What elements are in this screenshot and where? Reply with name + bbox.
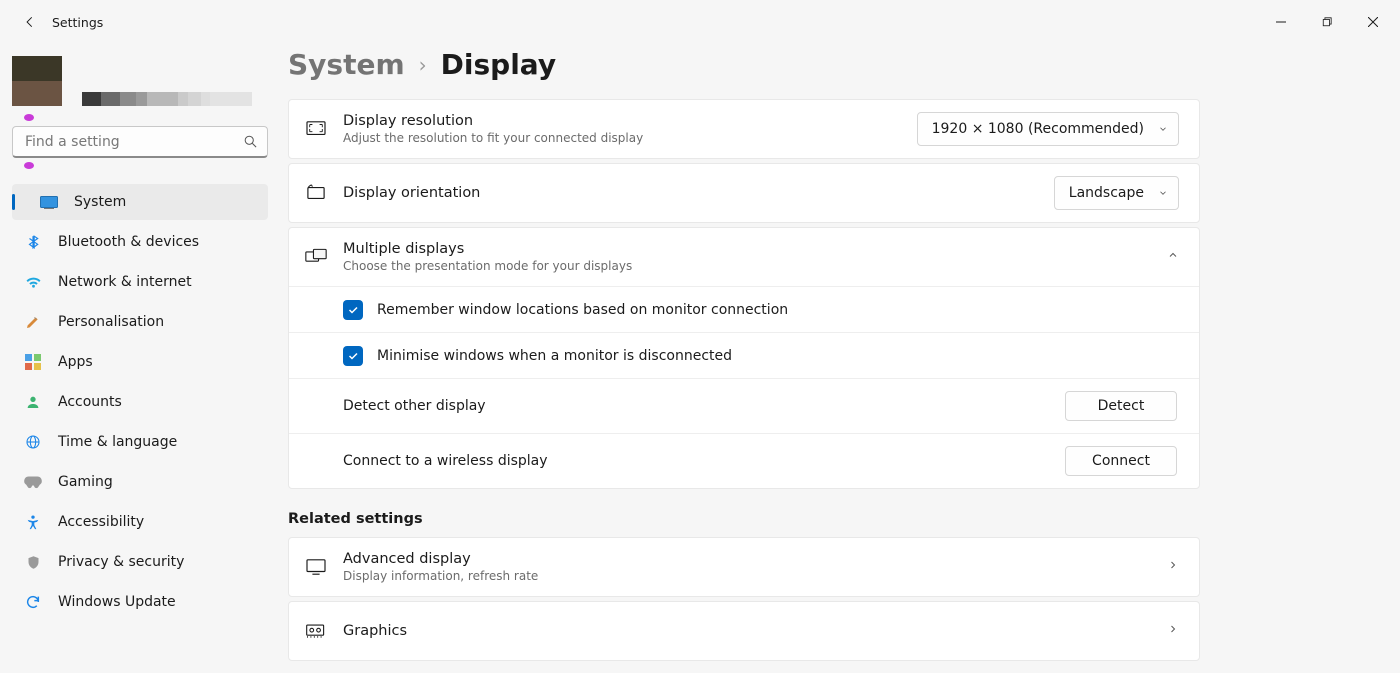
back-button[interactable] [16, 8, 44, 36]
person-icon [24, 393, 42, 411]
sidebar-item-label: Gaming [58, 474, 113, 490]
sidebar-item-label: Accessibility [58, 514, 144, 530]
checkbox-checked[interactable] [343, 346, 363, 366]
monitor-icon [305, 556, 327, 578]
maximize-button[interactable] [1304, 6, 1350, 38]
sidebar-item-label: Apps [58, 354, 93, 370]
breadcrumb: System › Display [288, 48, 1360, 81]
chevron-right-icon [1167, 623, 1179, 639]
nav-list: System Bluetooth & devices Network & int… [12, 184, 268, 620]
sidebar-item-gaming[interactable]: Gaming [12, 464, 268, 500]
profile-block[interactable] [12, 56, 268, 106]
breadcrumb-leaf: Display [441, 48, 556, 81]
sidebar-item-privacy[interactable]: Privacy & security [12, 544, 268, 580]
wifi-icon [24, 273, 42, 291]
connect-button[interactable]: Connect [1065, 446, 1177, 476]
row-label: Detect other display [343, 398, 486, 414]
shield-icon [24, 553, 42, 571]
dropdown-value: Landscape [1069, 185, 1144, 201]
chevron-down-icon [1158, 188, 1168, 198]
sidebar-item-personalisation[interactable]: Personalisation [12, 304, 268, 340]
profile-name-placeholder [82, 56, 252, 106]
row-advanced-display[interactable]: Advanced display Display information, re… [288, 537, 1200, 597]
sidebar-item-bluetooth[interactable]: Bluetooth & devices [12, 224, 268, 260]
sidebar-item-label: Windows Update [58, 594, 176, 610]
orientation-icon [305, 182, 327, 204]
chevron-up-icon [1167, 249, 1179, 265]
sidebar-item-network[interactable]: Network & internet [12, 264, 268, 300]
sidebar-item-apps[interactable]: Apps [12, 344, 268, 380]
sidebar-item-label: Accounts [58, 394, 122, 410]
apps-icon [24, 353, 42, 371]
row-title: Display resolution [343, 113, 643, 129]
option-label: Remember window locations based on monit… [377, 302, 788, 318]
search-wrap [12, 126, 268, 158]
row-title: Display orientation [343, 185, 480, 201]
gamepad-icon [24, 473, 42, 491]
search-input[interactable] [12, 126, 268, 158]
search-icon [243, 134, 258, 153]
expander-header[interactable]: Multiple displays Choose the presentatio… [289, 228, 1199, 286]
close-button[interactable] [1350, 6, 1396, 38]
globe-icon [24, 433, 42, 451]
sidebar-item-time-language[interactable]: Time & language [12, 424, 268, 460]
main-content: System › Display Display resolution Adju… [280, 44, 1400, 673]
row-multiple-displays: Multiple displays Choose the presentatio… [288, 227, 1200, 489]
sidebar: System Bluetooth & devices Network & int… [0, 44, 280, 673]
section-heading: Related settings [288, 511, 1200, 527]
sidebar-item-system[interactable]: System [12, 184, 268, 220]
sidebar-item-label: Privacy & security [58, 554, 184, 570]
paintbrush-icon [24, 313, 42, 331]
sidebar-item-label: Bluetooth & devices [58, 234, 199, 250]
row-graphics[interactable]: Graphics [288, 601, 1200, 661]
option-label: Minimise windows when a monitor is disco… [377, 348, 732, 364]
sidebar-item-label: Network & internet [58, 274, 192, 290]
row-detect-display: Detect other display Detect [289, 378, 1199, 433]
decoration-dot [24, 114, 34, 121]
row-title: Multiple displays [343, 241, 632, 257]
row-connect-wireless: Connect to a wireless display Connect [289, 433, 1199, 488]
decoration-dot [24, 162, 34, 169]
row-label: Connect to a wireless display [343, 453, 548, 469]
row-display-resolution: Display resolution Adjust the resolution… [288, 99, 1200, 159]
sidebar-item-label: Personalisation [58, 314, 164, 330]
multiple-displays-icon [305, 246, 327, 268]
row-subtitle: Display information, refresh rate [343, 569, 538, 583]
checkbox-checked[interactable] [343, 300, 363, 320]
detect-button[interactable]: Detect [1065, 391, 1177, 421]
sidebar-item-accounts[interactable]: Accounts [12, 384, 268, 420]
update-icon [24, 593, 42, 611]
resolution-dropdown[interactable]: 1920 × 1080 (Recommended) [917, 112, 1179, 146]
window-title: Settings [52, 15, 103, 30]
sidebar-item-label: Time & language [58, 434, 177, 450]
titlebar: Settings [0, 0, 1400, 44]
chevron-right-icon [1167, 559, 1179, 575]
accessibility-icon [24, 513, 42, 531]
sidebar-item-accessibility[interactable]: Accessibility [12, 504, 268, 540]
system-icon [40, 193, 58, 211]
bluetooth-icon [24, 233, 42, 251]
sidebar-item-label: System [74, 194, 126, 210]
option-remember-locations[interactable]: Remember window locations based on monit… [289, 286, 1199, 332]
window-controls [1258, 6, 1396, 38]
row-subtitle: Choose the presentation mode for your di… [343, 259, 632, 273]
row-subtitle: Adjust the resolution to fit your connec… [343, 131, 643, 145]
dropdown-value: 1920 × 1080 (Recommended) [932, 121, 1144, 137]
graphics-icon [305, 620, 327, 642]
sidebar-item-windows-update[interactable]: Windows Update [12, 584, 268, 620]
row-title: Advanced display [343, 551, 538, 567]
row-title: Graphics [343, 623, 407, 639]
chevron-right-icon: › [419, 53, 427, 77]
minimize-button[interactable] [1258, 6, 1304, 38]
resolution-icon [305, 118, 327, 140]
row-display-orientation: Display orientation Landscape [288, 163, 1200, 223]
chevron-down-icon [1158, 124, 1168, 134]
orientation-dropdown[interactable]: Landscape [1054, 176, 1179, 210]
avatar [12, 56, 62, 106]
breadcrumb-root[interactable]: System [288, 48, 405, 81]
option-minimise-disconnect[interactable]: Minimise windows when a monitor is disco… [289, 332, 1199, 378]
